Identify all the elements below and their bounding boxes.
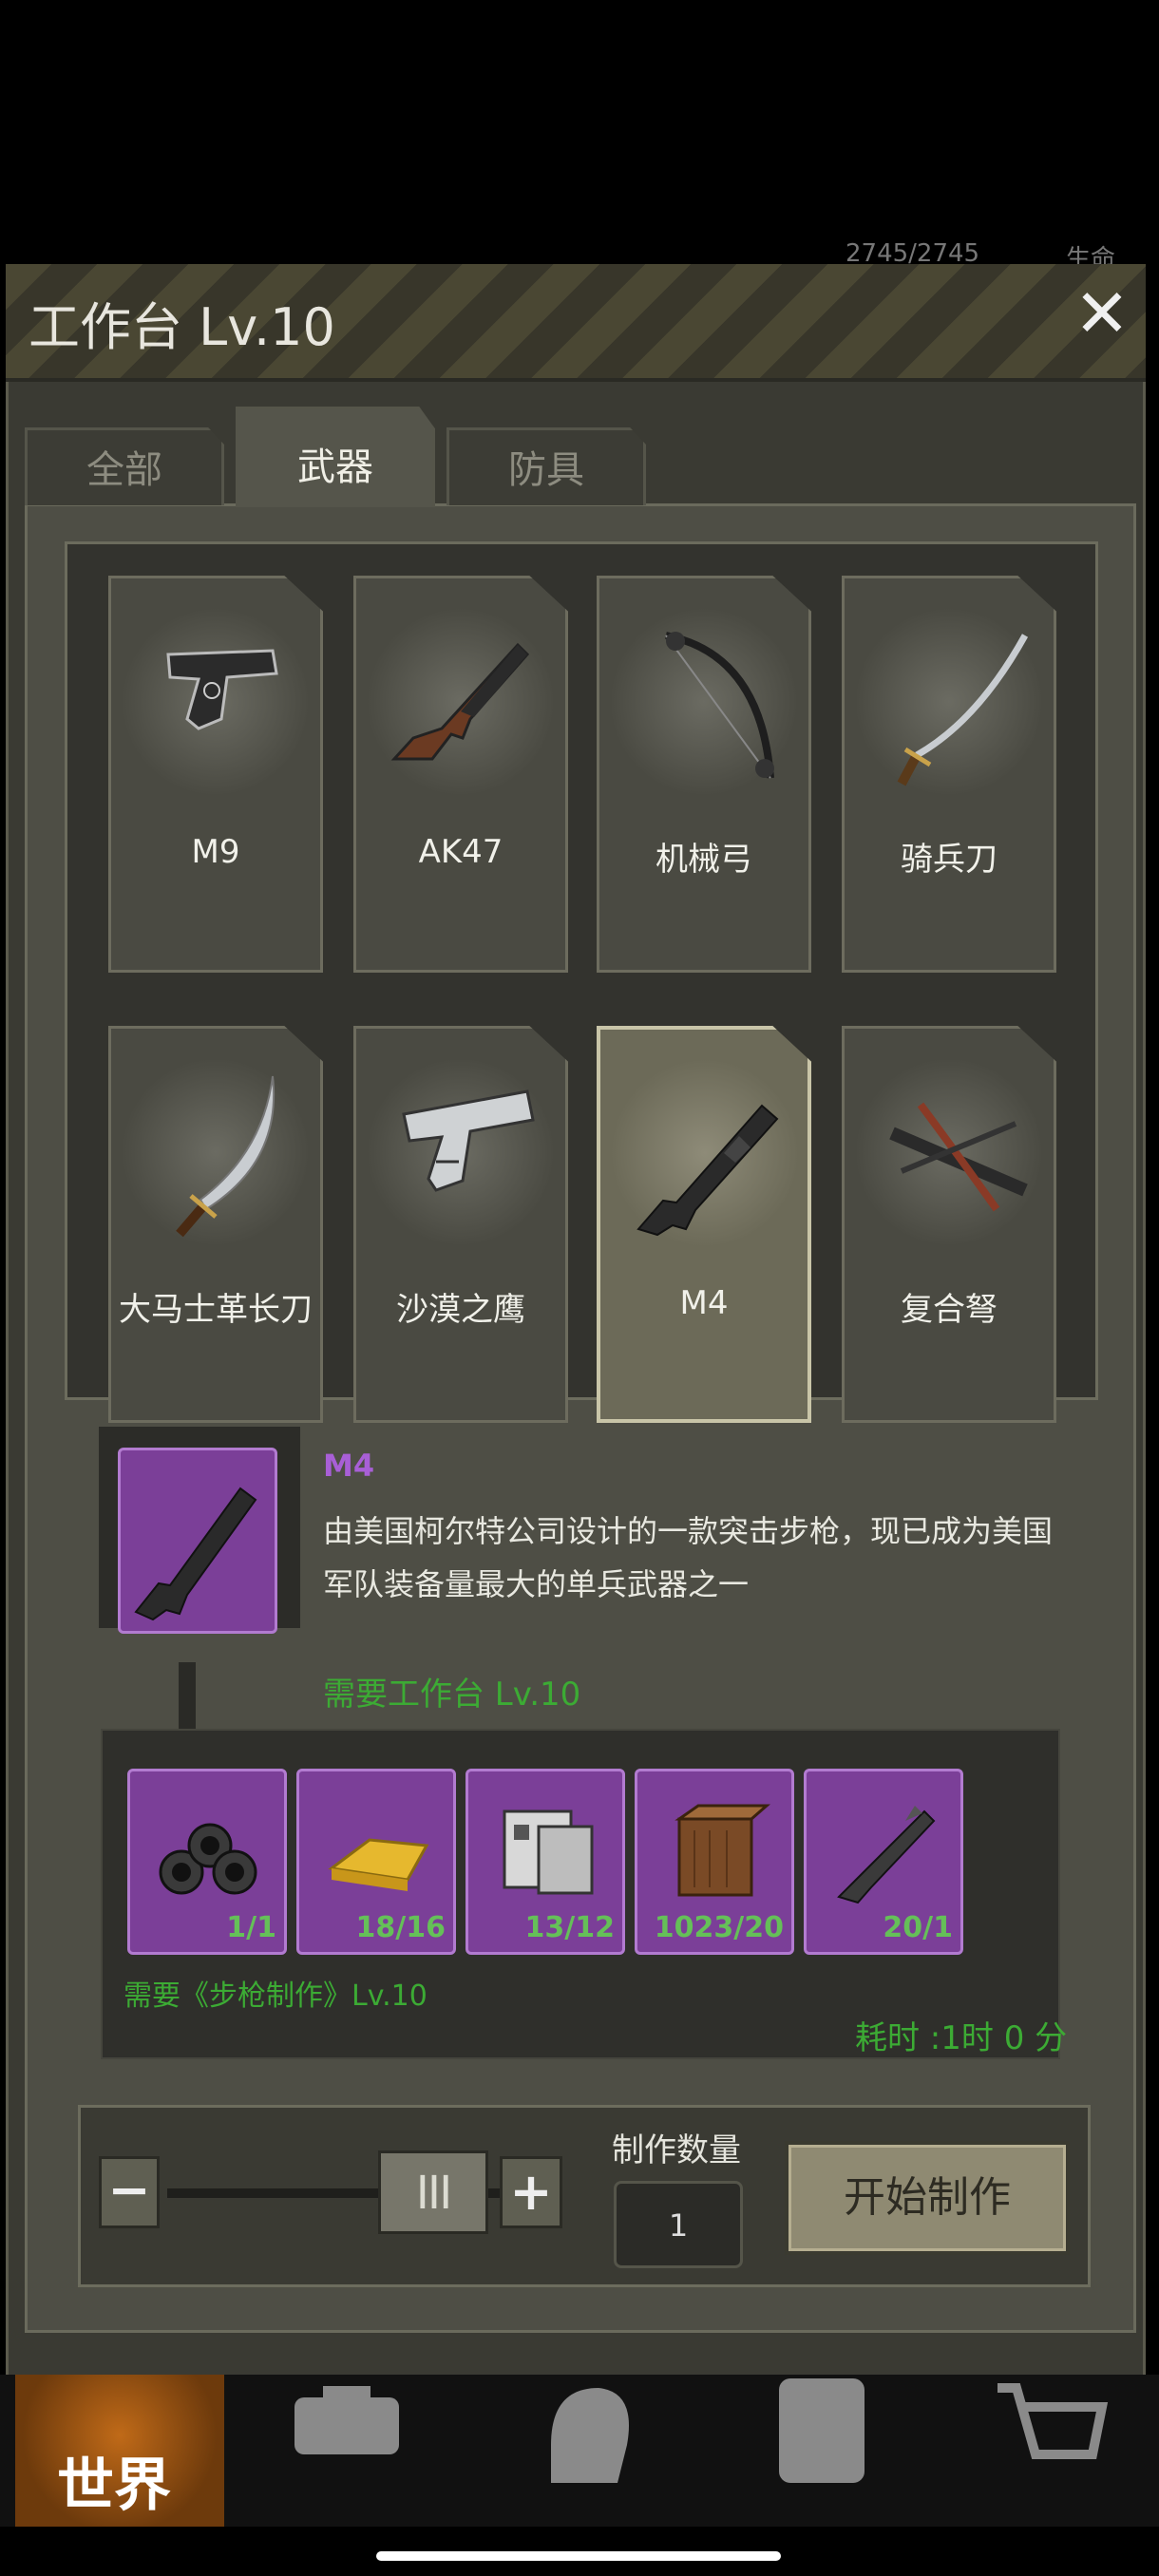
tab-armor[interactable]: 防具 bbox=[446, 427, 646, 505]
craft-time: 耗时 :1时 0 分 bbox=[855, 2019, 1068, 2057]
rifle-icon bbox=[636, 1104, 779, 1237]
character-icon[interactable] bbox=[522, 2378, 646, 2483]
item-card-ak47[interactable]: AK47 bbox=[353, 576, 568, 973]
pistol-icon bbox=[402, 1089, 535, 1192]
material-count: 1023/20 bbox=[654, 1911, 784, 1944]
quantity-label: 制作数量 bbox=[612, 2131, 741, 2169]
tab-weapons[interactable]: 武器 bbox=[236, 407, 435, 507]
material-count: 1/1 bbox=[226, 1911, 276, 1944]
scimitar-icon bbox=[176, 1075, 276, 1238]
material-slot[interactable]: 1/1 bbox=[127, 1769, 287, 1955]
machine-parts-icon bbox=[503, 1809, 594, 1895]
detail-description: 由美国柯尔特公司设计的一款突击步枪，现已成为美国军队装备量最大的单兵武器之一 bbox=[323, 1513, 1054, 1602]
item-card-m9[interactable]: M9 bbox=[108, 576, 323, 973]
workbench-requirement: 需要工作台 Lv.10 bbox=[323, 1676, 581, 1714]
window-title: 工作台 Lv.10 bbox=[28, 297, 335, 357]
item-card-m4[interactable]: M4 bbox=[597, 1026, 811, 1423]
item-name: 复合弩 bbox=[901, 1291, 998, 1329]
cart-icon[interactable] bbox=[988, 2378, 1112, 2483]
item-name: 骑兵刀 bbox=[901, 841, 998, 879]
rifle-icon bbox=[134, 1487, 257, 1621]
quantity-field[interactable]: 1 bbox=[614, 2181, 743, 2268]
detail-icon bbox=[118, 1448, 277, 1634]
material-count: 20/1 bbox=[883, 1911, 953, 1944]
nav-world-label: 世界 bbox=[57, 2453, 171, 2519]
item-name: 沙漠之鹰 bbox=[396, 1291, 525, 1329]
material-slot[interactable]: 13/12 bbox=[466, 1769, 625, 1955]
quantity-slider-handle[interactable]: III bbox=[378, 2150, 488, 2234]
decrease-button[interactable]: − bbox=[99, 2156, 160, 2228]
phone-icon[interactable] bbox=[760, 2378, 884, 2483]
item-card-cavalry-saber[interactable]: 骑兵刀 bbox=[842, 576, 1056, 973]
material-count: 13/12 bbox=[524, 1911, 615, 1944]
item-name: 大马士革长刀 bbox=[119, 1291, 313, 1329]
item-name: M4 bbox=[679, 1284, 729, 1322]
pipes-icon bbox=[159, 1823, 257, 1895]
home-indicator bbox=[376, 2551, 781, 2561]
increase-button[interactable]: + bbox=[500, 2156, 562, 2228]
pistol-icon bbox=[166, 649, 278, 730]
bow-icon bbox=[665, 632, 774, 779]
material-slot[interactable]: 20/1 bbox=[804, 1769, 963, 1955]
skill-requirement: 需要《步枪制作》Lv.10 bbox=[124, 1979, 428, 2013]
item-name: 机械弓 bbox=[656, 841, 752, 879]
detail-item-name: M4 bbox=[323, 1448, 375, 1484]
wood-icon bbox=[674, 1804, 770, 1897]
item-name: AK47 bbox=[418, 833, 504, 871]
material-slot[interactable]: 18/16 bbox=[296, 1769, 456, 1955]
saber-icon bbox=[897, 634, 1029, 786]
item-card-damascus-blade[interactable]: 大马士革长刀 bbox=[108, 1026, 323, 1423]
rifle-barrel-icon bbox=[837, 1806, 936, 1904]
tab-all[interactable]: 全部 bbox=[25, 427, 224, 505]
item-card-mechanical-bow[interactable]: 机械弓 bbox=[597, 576, 811, 973]
rifle-icon bbox=[390, 642, 530, 761]
material-count: 18/16 bbox=[355, 1911, 446, 1944]
item-name: M9 bbox=[191, 833, 240, 871]
start-crafting-button[interactable]: 开始制作 bbox=[785, 2141, 1070, 2255]
close-button[interactable]: ✕ bbox=[1074, 280, 1130, 347]
item-card-desert-eagle[interactable]: 沙漠之鹰 bbox=[353, 1026, 568, 1423]
gold-bar-icon bbox=[328, 1838, 429, 1891]
backpack-icon[interactable] bbox=[285, 2378, 408, 2483]
item-card-compound-crossbow[interactable]: 复合弩 bbox=[842, 1026, 1056, 1423]
connector-line bbox=[179, 1662, 196, 1731]
crossbow-icon bbox=[889, 1102, 1028, 1212]
material-slot[interactable]: 1023/20 bbox=[635, 1769, 794, 1955]
